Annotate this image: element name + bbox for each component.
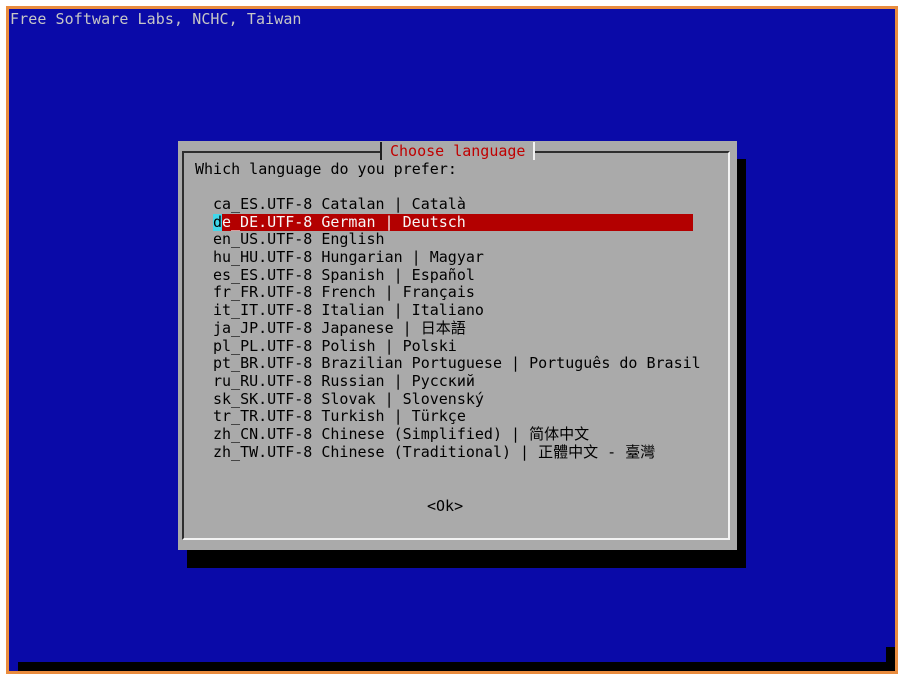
language-option-label: fr_FR.UTF-8 French | Français bbox=[213, 283, 475, 302]
language-option[interactable]: it_IT.UTF-8 Italian | Italiano bbox=[213, 301, 693, 320]
language-option[interactable]: ja_JP.UTF-8 Japanese | 日本語 bbox=[213, 318, 693, 338]
language-list[interactable]: ca_ES.UTF-8 Catalan | Català de_DE.UTF-8 … bbox=[213, 195, 701, 462]
text-cursor: d bbox=[213, 212, 223, 232]
language-option-label: pt_BR.UTF-8 Brazilian Portuguese | Portu… bbox=[213, 354, 701, 373]
dialog-prompt: Which language do you prefer: bbox=[195, 160, 457, 178]
choose-language-dialog: Choose language Which language do you pr… bbox=[178, 141, 737, 550]
backtitle: Free Software Labs, NCHC, Taiwan bbox=[10, 10, 302, 28]
language-option-label: ja_JP.UTF-8 Japanese | 日本語 bbox=[213, 318, 466, 337]
language-option[interactable]: pt_BR.UTF-8 Brazilian Portuguese | Portu… bbox=[213, 354, 701, 373]
ok-button[interactable]: <Ok> bbox=[427, 497, 463, 515]
language-option[interactable]: ru_RU.UTF-8 Russian | Русский bbox=[213, 371, 693, 391]
language-option-label: hu_HU.UTF-8 Hungarian | Magyar bbox=[213, 248, 484, 267]
language-option[interactable]: zh_TW.UTF-8 Chinese (Traditional) | 正體中文… bbox=[213, 442, 693, 462]
installer-screen: Free Software Labs, NCHC, Taiwan Choose … bbox=[9, 9, 895, 671]
language-option[interactable]: pl_PL.UTF-8 Polish | Polski bbox=[213, 336, 693, 356]
language-option[interactable]: zh_CN.UTF-8 Chinese (Simplified) | 简体中文 bbox=[213, 424, 693, 444]
language-option-label: es_ES.UTF-8 Spanish | Español bbox=[213, 265, 475, 284]
language-option[interactable]: en_US.UTF-8 English bbox=[213, 231, 693, 249]
language-option[interactable]: tr_TR.UTF-8 Turkish | Türkçe bbox=[213, 408, 693, 426]
language-option-label: sk_SK.UTF-8 Slovak | Slovenský bbox=[213, 389, 484, 408]
dialog-title: Choose language bbox=[380, 141, 536, 161]
language-option-label: pl_PL.UTF-8 Polish | Polski bbox=[213, 336, 457, 355]
language-option[interactable]: de_DE.UTF-8 German | Deutsch bbox=[213, 212, 693, 232]
language-option-label: tr_TR.UTF-8 Turkish | Türkçe bbox=[213, 407, 466, 426]
language-option[interactable]: ca_ES.UTF-8 Catalan | Català bbox=[213, 195, 693, 214]
language-option-label: it_IT.UTF-8 Italian | Italiano bbox=[213, 301, 484, 320]
screen-shadow-bottom bbox=[18, 662, 895, 671]
language-option-label: e_DE.UTF-8 German | Deutsch bbox=[222, 212, 466, 231]
language-option[interactable]: hu_HU.UTF-8 Hungarian | Magyar bbox=[213, 248, 693, 267]
language-option[interactable]: sk_SK.UTF-8 Slovak | Slovenský bbox=[213, 389, 693, 409]
language-option[interactable]: fr_FR.UTF-8 French | Français bbox=[213, 284, 693, 302]
language-option-label: ca_ES.UTF-8 Catalan | Català bbox=[213, 195, 466, 213]
language-option-label: zh_CN.UTF-8 Chinese (Simplified) | 简体中文 bbox=[213, 424, 590, 443]
language-option-label: ru_RU.UTF-8 Russian | Русский bbox=[213, 371, 475, 390]
language-option-label: zh_TW.UTF-8 Chinese (Traditional) | 正體中文… bbox=[213, 442, 656, 461]
language-option[interactable]: es_ES.UTF-8 Spanish | Español bbox=[213, 265, 693, 285]
language-option-label: en_US.UTF-8 English bbox=[213, 230, 385, 249]
